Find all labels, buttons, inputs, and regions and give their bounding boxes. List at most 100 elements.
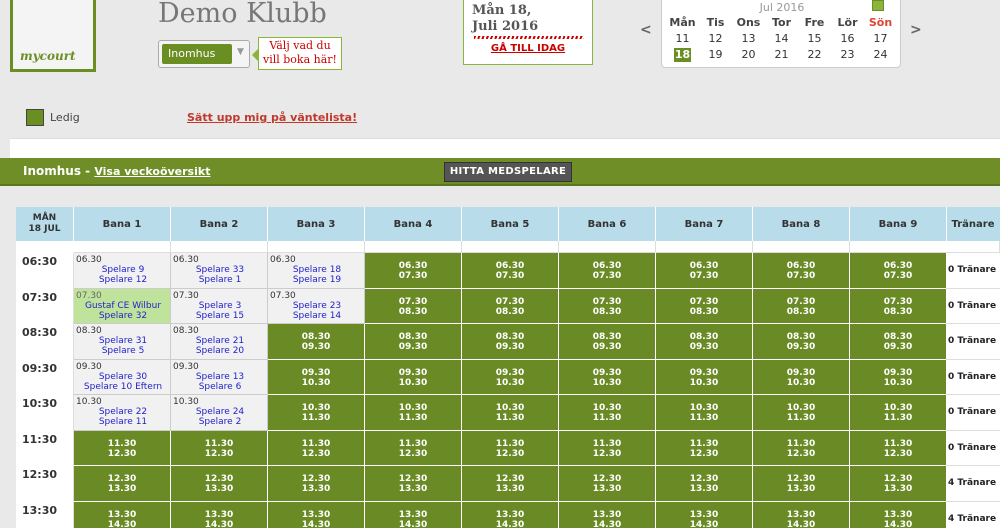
free-slot[interactable]: 08.30 09.30 (559, 324, 656, 360)
calendar-day-18[interactable]: 18 (674, 48, 691, 62)
free-slot[interactable]: 08.30 09.30 (268, 324, 365, 360)
calendar-day-15[interactable]: 15 (798, 31, 831, 47)
player-name[interactable]: Spelare 21 (173, 336, 267, 346)
free-slot[interactable]: 11.30 12.30 (268, 430, 365, 466)
player-name[interactable]: Spelare 15 (173, 311, 267, 321)
free-slot[interactable]: 09.30 10.30 (753, 359, 850, 395)
free-slot[interactable]: 12.30 13.30 (365, 466, 462, 502)
free-slot[interactable]: 13.30 14.30 (365, 501, 462, 528)
free-slot[interactable]: 13.30 14.30 (268, 501, 365, 528)
calendar-icon[interactable] (872, 0, 884, 11)
player-name[interactable]: Spelare 18 (270, 265, 364, 275)
trainer-count[interactable]: 0 Tränare (946, 359, 1000, 395)
booked-slot[interactable]: 10.30 Spelare 22 Spelare 11 (74, 395, 171, 431)
free-slot[interactable]: 11.30 12.30 (462, 430, 559, 466)
calendar-day-19[interactable]: 19 (699, 47, 732, 63)
player-name[interactable]: Spelare 32 (76, 311, 170, 321)
player-name[interactable]: Spelare 31 (76, 336, 170, 346)
booked-slot[interactable]: 06.30 Spelare 33 Spelare 1 (171, 253, 268, 289)
free-slot[interactable]: 08.30 09.30 (365, 324, 462, 360)
free-slot[interactable]: 12.30 13.30 (74, 466, 171, 502)
free-slot[interactable]: 10.30 11.30 (462, 395, 559, 431)
player-name[interactable]: Spelare 2 (173, 417, 267, 427)
player-name[interactable]: Spelare 19 (270, 275, 364, 285)
free-slot[interactable]: 07.30 08.30 (462, 288, 559, 324)
week-overview-link[interactable]: Visa veckoöversikt (94, 165, 210, 178)
player-name[interactable]: Spelare 33 (173, 265, 267, 275)
free-slot[interactable]: 08.30 09.30 (462, 324, 559, 360)
player-name[interactable]: Spelare 22 (76, 407, 170, 417)
free-slot[interactable]: 13.30 14.30 (559, 501, 656, 528)
booked-slot[interactable]: 07.30 Spelare 3 Spelare 15 (171, 288, 268, 324)
free-slot[interactable]: 13.30 14.30 (850, 501, 947, 528)
player-name[interactable]: Gustaf CE Wilbur (76, 301, 170, 311)
calendar-day-12[interactable]: 12 (699, 31, 732, 47)
prev-day-icon[interactable]: < (640, 22, 652, 38)
free-slot[interactable]: 09.30 10.30 (656, 359, 753, 395)
mycourt-logo[interactable]: mycourt (10, 0, 96, 72)
free-slot[interactable]: 06.30 07.30 (850, 253, 947, 289)
free-slot[interactable]: 09.30 10.30 (462, 359, 559, 395)
free-slot[interactable]: 13.30 14.30 (462, 501, 559, 528)
booked-slot[interactable]: 09.30 Spelare 30 Spelare 10 Eftern (74, 359, 171, 395)
free-slot[interactable]: 13.30 14.30 (656, 501, 753, 528)
free-slot[interactable]: 11.30 12.30 (74, 430, 171, 466)
free-slot[interactable]: 13.30 14.30 (171, 501, 268, 528)
trainer-count[interactable]: 4 Tränare (946, 466, 1000, 502)
player-name[interactable]: Spelare 10 Eftern (76, 382, 170, 392)
free-slot[interactable]: 12.30 13.30 (753, 466, 850, 502)
free-slot[interactable]: 07.30 08.30 (559, 288, 656, 324)
free-slot[interactable]: 10.30 11.30 (268, 395, 365, 431)
free-slot[interactable]: 09.30 10.30 (268, 359, 365, 395)
free-slot[interactable]: 12.30 13.30 (462, 466, 559, 502)
player-name[interactable]: Spelare 14 (270, 311, 364, 321)
booked-slot[interactable]: 06.30 Spelare 18 Spelare 19 (268, 253, 365, 289)
calendar-day-17[interactable]: 17 (864, 31, 897, 47)
trainer-count[interactable]: 4 Tränare (946, 501, 1000, 528)
calendar-day-22[interactable]: 22 (798, 47, 831, 63)
free-slot[interactable]: 07.30 08.30 (753, 288, 850, 324)
free-slot[interactable]: 11.30 12.30 (365, 430, 462, 466)
calendar-day-21[interactable]: 21 (765, 47, 798, 63)
free-slot[interactable]: 10.30 11.30 (656, 395, 753, 431)
free-slot[interactable]: 13.30 14.30 (753, 501, 850, 528)
waitlist-link[interactable]: Sätt upp mig på väntelista! (187, 111, 357, 124)
player-name[interactable]: Spelare 5 (76, 346, 170, 356)
free-slot[interactable]: 08.30 09.30 (753, 324, 850, 360)
free-slot[interactable]: 06.30 07.30 (559, 253, 656, 289)
trainer-count[interactable]: 0 Tränare (946, 288, 1000, 324)
free-slot[interactable]: 07.30 08.30 (656, 288, 753, 324)
free-slot[interactable]: 10.30 11.30 (559, 395, 656, 431)
free-slot[interactable]: 09.30 10.30 (559, 359, 656, 395)
free-slot[interactable]: 06.30 07.30 (753, 253, 850, 289)
booked-slot[interactable]: 07.30 Gustaf CE Wilbur Spelare 32 (74, 288, 171, 324)
trainer-count[interactable]: 0 Tränare (946, 324, 1000, 360)
trainer-count[interactable]: 0 Tränare (946, 430, 1000, 466)
free-slot[interactable]: 07.30 08.30 (850, 288, 947, 324)
player-name[interactable]: Spelare 24 (173, 407, 267, 417)
player-name[interactable]: Spelare 12 (76, 275, 170, 285)
calendar-day-13[interactable]: 13 (732, 31, 765, 47)
free-slot[interactable]: 06.30 07.30 (656, 253, 753, 289)
free-slot[interactable]: 11.30 12.30 (850, 430, 947, 466)
free-slot[interactable]: 10.30 11.30 (753, 395, 850, 431)
player-name[interactable]: Spelare 30 (76, 372, 170, 382)
booked-slot[interactable]: 08.30 Spelare 21 Spelare 20 (171, 324, 268, 360)
free-slot[interactable]: 11.30 12.30 (656, 430, 753, 466)
player-name[interactable]: Spelare 20 (173, 346, 267, 356)
free-slot[interactable]: 12.30 13.30 (171, 466, 268, 502)
next-day-icon[interactable]: > (910, 22, 922, 38)
booked-slot[interactable]: 08.30 Spelare 31 Spelare 5 (74, 324, 171, 360)
free-slot[interactable]: 09.30 10.30 (850, 359, 947, 395)
free-slot[interactable]: 12.30 13.30 (850, 466, 947, 502)
free-slot[interactable]: 11.30 12.30 (753, 430, 850, 466)
free-slot[interactable]: 12.30 13.30 (559, 466, 656, 502)
calendar-day-24[interactable]: 24 (864, 47, 897, 63)
player-name[interactable]: Spelare 13 (173, 372, 267, 382)
booked-slot[interactable]: 07.30 Spelare 23 Spelare 14 (268, 288, 365, 324)
calendar-day-11[interactable]: 11 (666, 31, 699, 47)
free-slot[interactable]: 11.30 12.30 (171, 430, 268, 466)
calendar-day-16[interactable]: 16 (831, 31, 864, 47)
trainer-count[interactable]: 0 Tränare (946, 253, 1000, 289)
free-slot[interactable]: 06.30 07.30 (365, 253, 462, 289)
